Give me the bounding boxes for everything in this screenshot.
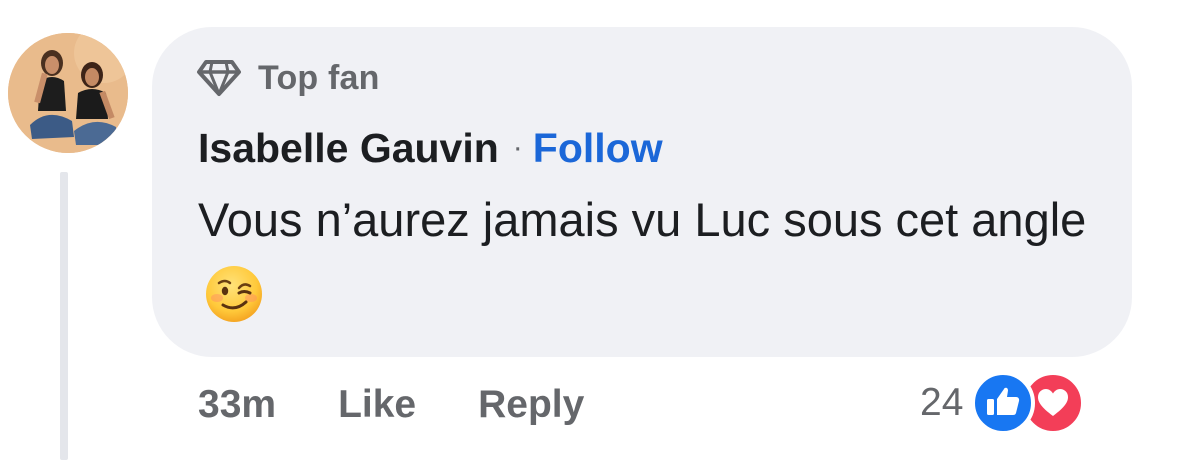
avatar-photo: [8, 33, 128, 153]
winking-face-emoji: [204, 264, 264, 346]
author-row: Isabelle Gauvin · Follow: [198, 120, 663, 176]
like-reaction-icon: [971, 371, 1037, 440]
avatar[interactable]: [8, 33, 128, 153]
comment-actions: 33m Like Reply: [198, 380, 584, 430]
reaction-icons: [969, 370, 1099, 436]
follow-button[interactable]: Follow: [533, 125, 663, 172]
like-button[interactable]: Like: [338, 383, 416, 427]
comment-body: Vous n’aurez jamais vu Luc sous cet angl…: [198, 182, 1098, 346]
diamond-icon: [196, 58, 242, 98]
badge-label: Top fan: [258, 58, 380, 97]
reactions-summary[interactable]: 24: [920, 370, 1099, 436]
top-fan-badge[interactable]: Top fan: [196, 56, 380, 100]
separator-dot: ·: [512, 131, 523, 164]
comment-thread: Top fan Isabelle Gauvin · Follow Vous n’…: [0, 0, 1200, 460]
author-name[interactable]: Isabelle Gauvin: [198, 125, 499, 172]
comment-text: Vous n’aurez jamais vu Luc sous cet angl…: [198, 193, 1087, 246]
reply-button[interactable]: Reply: [478, 383, 584, 427]
reaction-count: 24: [920, 381, 964, 424]
timestamp[interactable]: 33m: [198, 383, 276, 427]
thread-line: [60, 172, 68, 460]
